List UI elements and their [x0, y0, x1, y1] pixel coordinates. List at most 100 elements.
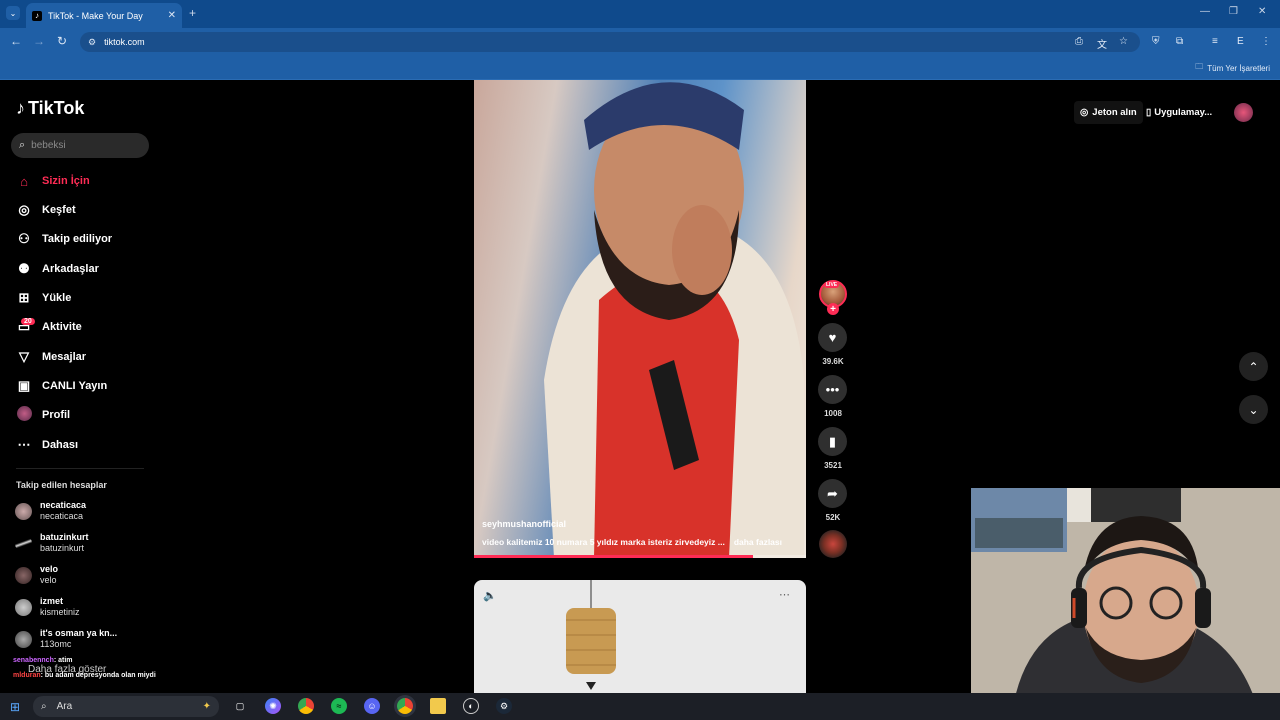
close-window-button[interactable]: ✕	[1258, 6, 1266, 17]
nav-following[interactable]: ⚇ Takip ediliyor	[16, 229, 112, 249]
site-info-icon[interactable]: ⚙	[88, 37, 96, 48]
nav-friends[interactable]: ⚉ Arkadaşlar	[16, 259, 99, 279]
shield-extension-icon[interactable]: ⛨	[1152, 36, 1160, 47]
obs-icon[interactable]: ◐	[463, 698, 479, 714]
taskbar-search-label: Ara	[56, 701, 73, 712]
more-options-icon[interactable]: ⋯	[779, 588, 790, 601]
account-avatar	[15, 502, 32, 520]
like-button[interactable]: ♥	[818, 323, 847, 352]
compass-icon: ◎	[18, 202, 30, 217]
taskbar-search-icon: ⌕	[41, 701, 47, 712]
chrome-icon[interactable]	[298, 698, 314, 714]
coin-icon: ◎	[1080, 107, 1089, 118]
previous-video-button[interactable]: ⌃	[1239, 352, 1268, 381]
get-app-label: Uygulamay...	[1154, 107, 1213, 118]
messages-icon: ▽	[19, 349, 29, 364]
install-app-icon[interactable]: ⎙	[1075, 36, 1083, 47]
home-icon: ⌂	[20, 173, 28, 189]
get-app-button[interactable]: ▯ Uygulamay...	[1142, 101, 1216, 124]
extensions-icon[interactable]: ⧉	[1176, 36, 1183, 47]
new-tab-button[interactable]: +	[189, 6, 196, 20]
upload-icon: ⊞	[18, 290, 30, 305]
get-coins-button[interactable]: ◎ Jeton alın	[1074, 101, 1143, 124]
media-control-icon[interactable]: ≡	[1212, 36, 1218, 47]
tab-title: TikTok - Make Your Day	[48, 10, 143, 21]
minimize-window-button[interactable]: —	[1200, 6, 1210, 17]
windows-start-icon[interactable]: ⊞	[10, 700, 20, 714]
bookmark-star-icon[interactable]: ☆	[1119, 36, 1128, 47]
nav-label: Aktivite	[42, 321, 82, 333]
video-frame-person	[544, 82, 804, 558]
browser-tab-tiktok[interactable]: ♪ TikTok - Make Your Day ✕	[26, 3, 182, 28]
following-account[interactable]: izmet kismetiniz	[15, 594, 80, 620]
task-view-icon[interactable]: ▢	[232, 698, 248, 714]
forward-button[interactable]: →	[33, 34, 45, 48]
account-display-name: necaticaca	[40, 511, 84, 521]
chat-message: senabennch: atim	[13, 657, 73, 664]
like-count: 39.6K	[822, 357, 844, 366]
nav-messages[interactable]: ▽ Mesajlar	[16, 347, 86, 367]
nav-label: CANLI Yayın	[42, 380, 108, 392]
nav-live[interactable]: ▣ CANLI Yayın	[16, 376, 107, 396]
get-coins-label: Jeton alın	[1092, 107, 1137, 118]
comment-button[interactable]: •••	[818, 375, 847, 404]
profile-icon[interactable]: E	[1237, 36, 1244, 47]
discord-icon[interactable]: ☺	[364, 698, 380, 714]
address-bar[interactable]: ⚙ tiktok.com	[80, 32, 1140, 52]
chat-text: : atim	[53, 657, 73, 664]
close-tab-icon[interactable]: ✕	[168, 10, 176, 21]
webcam-overlay	[971, 488, 1280, 720]
restore-window-button[interactable]: ❐	[1229, 6, 1238, 17]
following-account[interactable]: velo velo	[15, 562, 58, 588]
follow-plus-button[interactable]: +	[827, 303, 839, 315]
following-account[interactable]: batuzinkurt batuzinkurt	[15, 530, 89, 556]
reload-button[interactable]: ↻	[57, 34, 67, 48]
chrome-active-icon[interactable]	[397, 698, 413, 714]
copilot-icon[interactable]: ✺	[265, 698, 281, 714]
following-account[interactable]: it's osman ya kn... 113omc	[15, 626, 117, 652]
nav-profile[interactable]: Profil	[16, 405, 70, 425]
share-button[interactable]: ➦	[818, 479, 847, 508]
nav-label: Sizin İçin	[42, 175, 90, 187]
account-display-name: kismetiniz	[40, 607, 80, 617]
nav-label: Keşfet	[42, 204, 76, 216]
live-icon: ▣	[17, 378, 31, 393]
tab-search-menu-button[interactable]: ⌄	[6, 6, 20, 20]
back-button[interactable]: ←	[10, 34, 22, 48]
activity-badge: 20	[21, 318, 35, 325]
steam-icon[interactable]: ⚙	[496, 698, 512, 714]
nav-label: Profil	[42, 409, 71, 421]
phone-icon: ▯	[1146, 107, 1152, 118]
search-input[interactable]: ⌕ bebeksi	[11, 133, 149, 158]
translate-icon[interactable]: 文	[1097, 36, 1107, 51]
following-account[interactable]: necaticaca necaticaca	[15, 498, 86, 524]
address-url: tiktok.com	[104, 37, 145, 47]
video-player[interactable]	[474, 80, 806, 558]
account-avatar	[15, 566, 32, 584]
file-explorer-icon[interactable]	[430, 698, 446, 714]
account-username: batuzinkurt	[40, 532, 89, 542]
nav-upload[interactable]: ⊞ Yükle	[16, 288, 72, 308]
all-bookmarks-button[interactable]: 🗀 Tüm Yer İşaretleri	[1195, 61, 1270, 75]
live-tag: LIVE	[824, 282, 840, 288]
music-disc-avatar[interactable]	[819, 530, 847, 558]
taskbar-search[interactable]: ⌕ Ara ✦	[33, 696, 219, 717]
nav-explore[interactable]: ◎ Keşfet	[16, 200, 76, 220]
user-follow-icon: ⚇	[18, 231, 30, 246]
spotify-icon[interactable]: ≈	[331, 698, 347, 714]
tiktok-logo[interactable]: ♪ TikTok	[16, 98, 84, 119]
caption-more-link[interactable]: daha fazlası	[734, 537, 782, 547]
next-video-player[interactable]	[474, 580, 806, 693]
nav-for-you[interactable]: ⌂ Sizin İçin	[16, 171, 90, 191]
account-display-name: 113omc	[40, 639, 72, 649]
mute-icon[interactable]: 🔈	[483, 589, 497, 602]
nav-label: Yükle	[42, 292, 72, 304]
account-avatar	[15, 598, 32, 616]
browser-menu-icon[interactable]: ⋮	[1261, 36, 1271, 47]
user-avatar[interactable]	[1234, 103, 1253, 122]
profile-avatar	[16, 406, 32, 424]
video-author[interactable]: seyhmushanofficial	[482, 519, 566, 529]
save-button[interactable]: ▮	[818, 427, 847, 456]
next-video-button[interactable]: ⌄	[1239, 395, 1268, 424]
nav-more[interactable]: ⋯ Dahası	[16, 435, 79, 455]
